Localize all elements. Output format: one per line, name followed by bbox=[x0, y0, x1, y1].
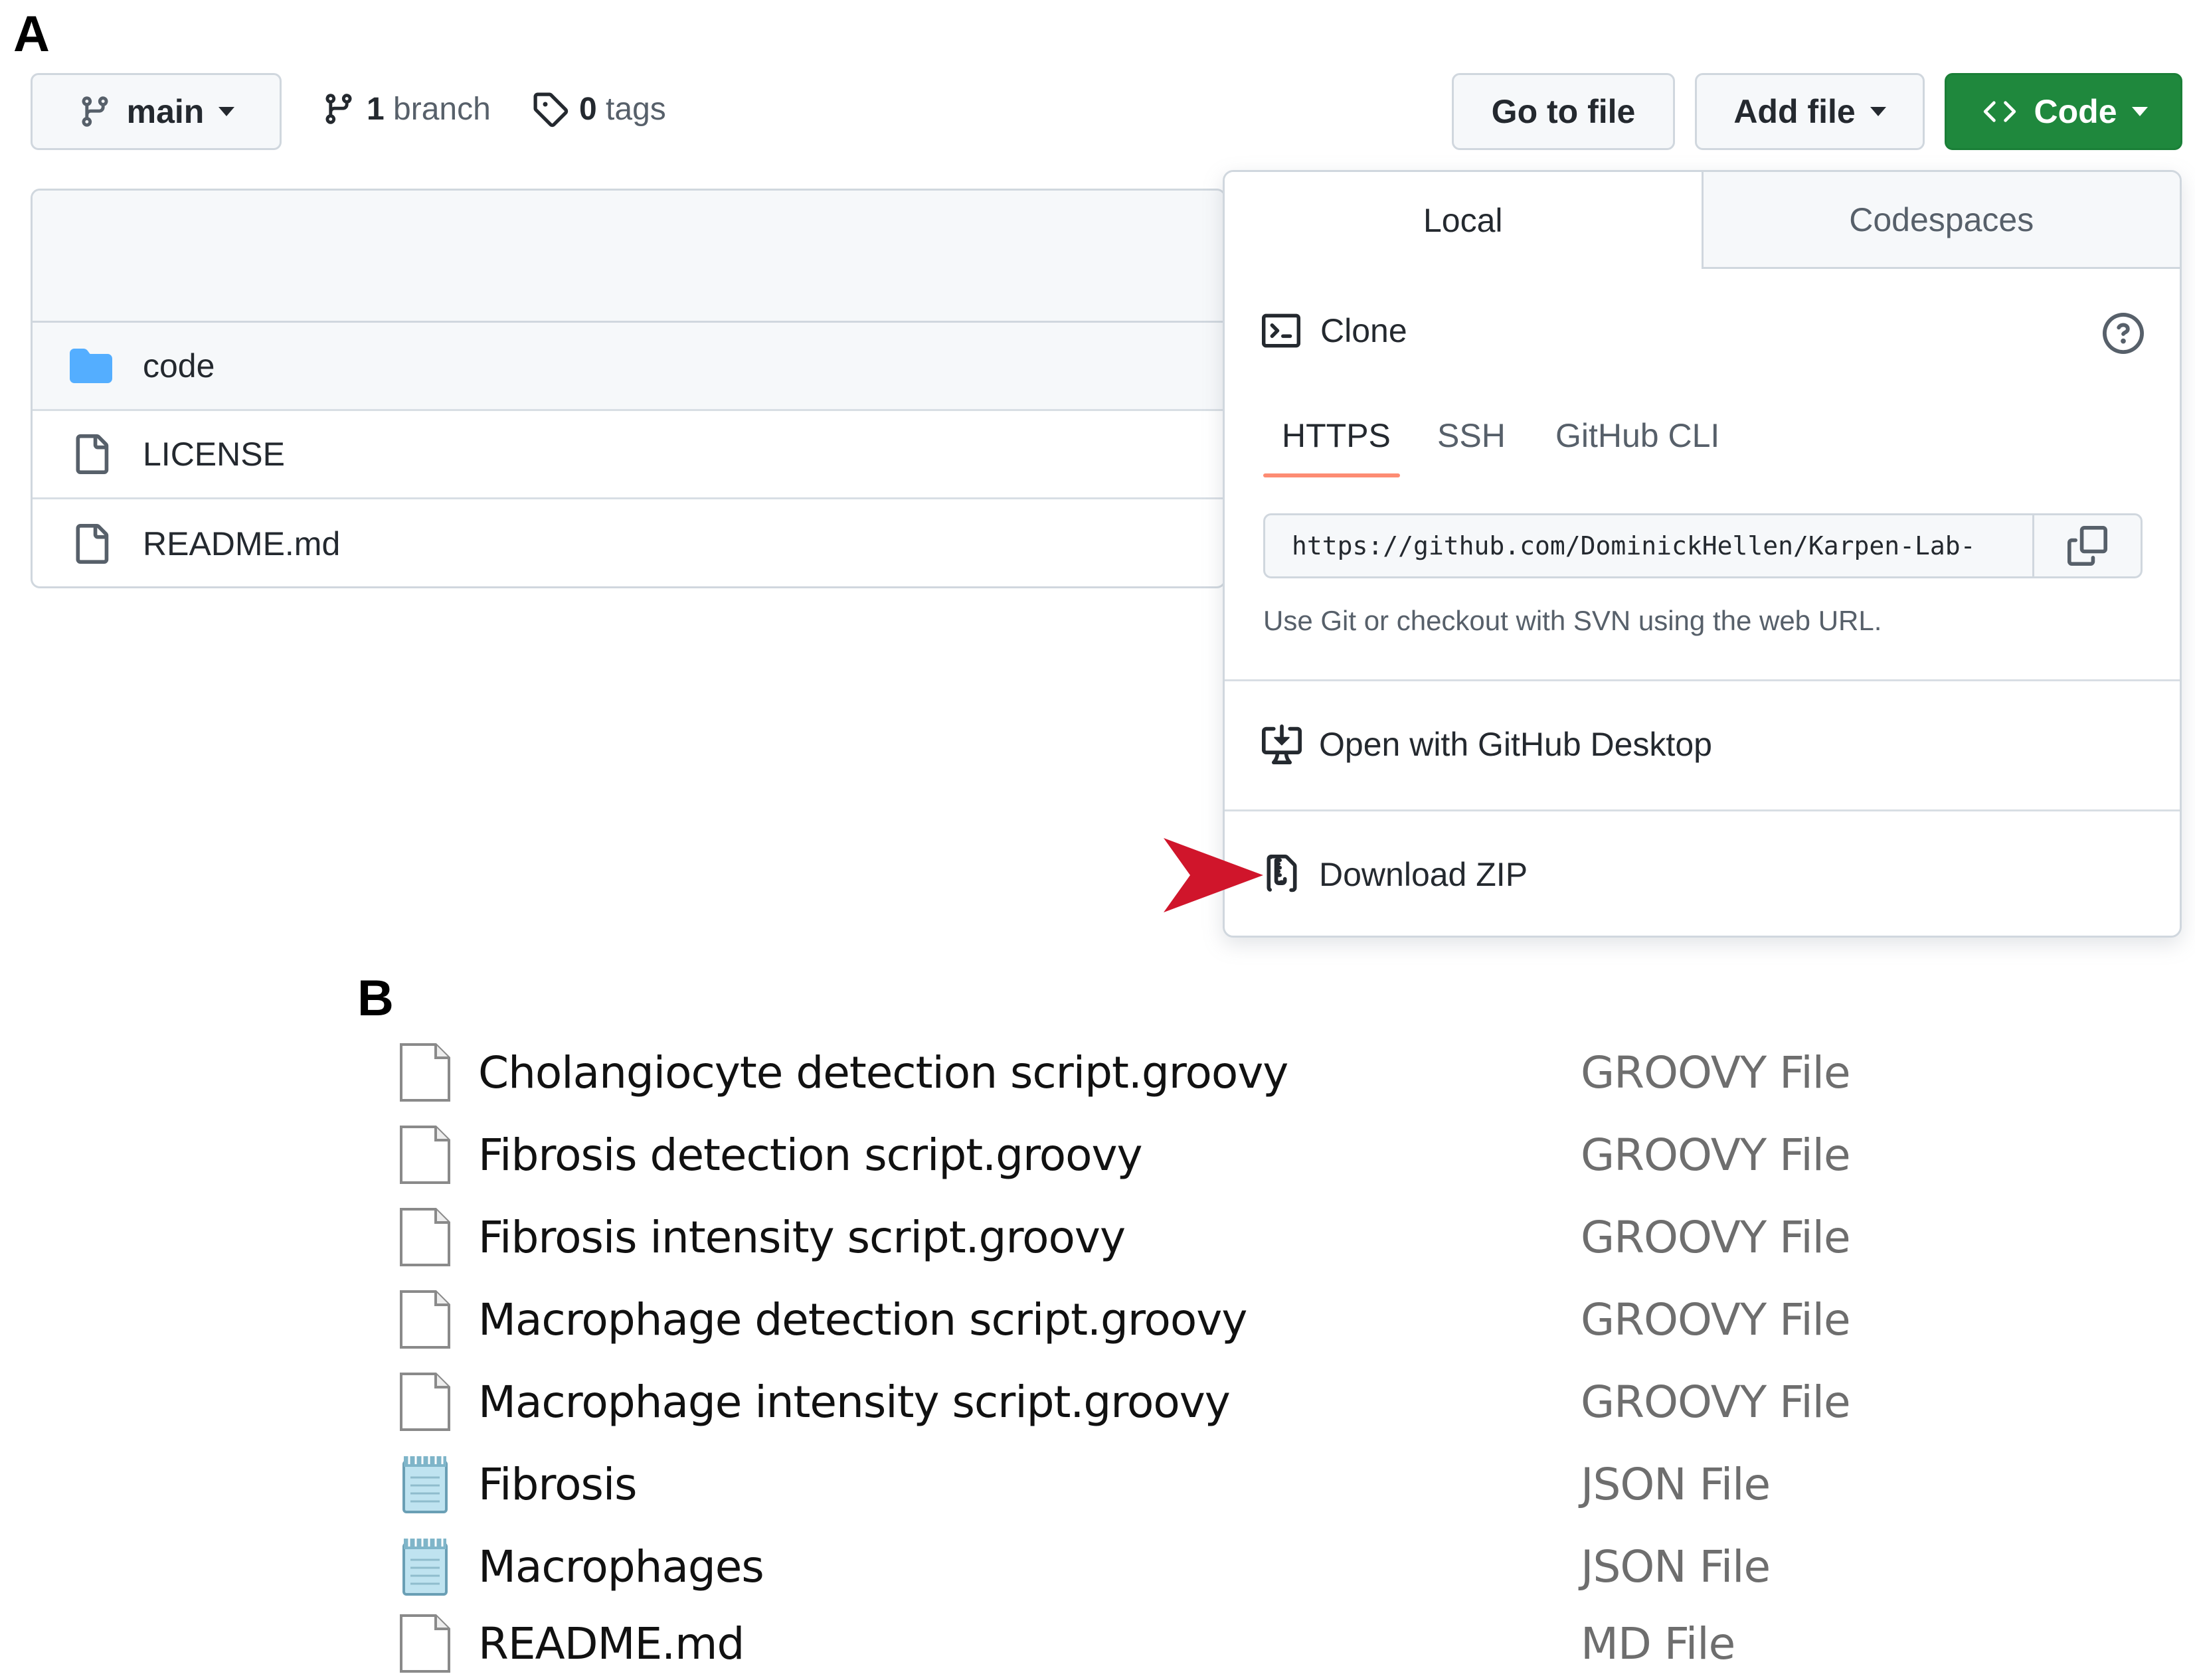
tag-icon bbox=[533, 92, 569, 127]
explorer-file-name: Macrophage detection script.groovy bbox=[478, 1294, 1247, 1345]
file-name: code bbox=[143, 347, 215, 384]
file-row[interactable]: code bbox=[33, 323, 1224, 411]
list-item[interactable]: README.md MD File bbox=[398, 1607, 1926, 1680]
explorer-file-type: GROOVY File bbox=[1581, 1129, 1851, 1181]
divider bbox=[1225, 809, 2180, 811]
explorer-file-name: Macrophage intensity script.groovy bbox=[478, 1376, 1231, 1428]
file-row[interactable]: README.md bbox=[33, 499, 1224, 586]
list-item[interactable]: Macrophage intensity script.groovy GROOV… bbox=[398, 1365, 1926, 1438]
explorer-file-name: Fibrosis bbox=[478, 1458, 638, 1510]
branch-selector-button[interactable]: main bbox=[31, 73, 282, 150]
download-zip-label: Download ZIP bbox=[1319, 856, 1528, 893]
file-icon bbox=[76, 434, 109, 474]
clone-hint: Use Git or checkout with SVN using the w… bbox=[1263, 605, 1882, 636]
git-branch-icon bbox=[325, 94, 352, 124]
panel-label-a: A bbox=[13, 6, 50, 62]
copy-url-button[interactable] bbox=[2032, 515, 2141, 576]
explorer-file-type: MD File bbox=[1581, 1618, 1735, 1669]
clone-url-text[interactable]: https://github.com/DominickHellen/Karpen… bbox=[1265, 515, 2032, 576]
explorer-file-name: README.md bbox=[478, 1618, 745, 1669]
latest-commit-header bbox=[33, 191, 1224, 323]
dropdown-tabs: Local Codespaces bbox=[1225, 172, 2180, 269]
file-name: README.md bbox=[143, 525, 341, 562]
divider bbox=[1225, 679, 2180, 681]
help-icon[interactable] bbox=[2103, 313, 2144, 354]
notepad-icon bbox=[402, 1456, 448, 1513]
tab-https[interactable]: HTTPS bbox=[1282, 416, 1391, 455]
explorer-file-name: Macrophages bbox=[478, 1541, 764, 1592]
chevron-down-icon bbox=[219, 107, 235, 116]
repo-file-list: code LICENSE README.md bbox=[31, 189, 1226, 588]
file-row[interactable]: LICENSE bbox=[33, 411, 1224, 499]
branch-selector-label: main bbox=[126, 93, 205, 130]
tags-link[interactable]: 0 tags bbox=[531, 90, 666, 127]
explorer-file-type: GROOVY File bbox=[1581, 1211, 1851, 1263]
tab-codespaces[interactable]: Codespaces bbox=[1703, 172, 2180, 269]
explorer-file-type: GROOVY File bbox=[1581, 1376, 1851, 1428]
blank-file-icon bbox=[400, 1208, 450, 1266]
code-button[interactable]: Code bbox=[1945, 73, 2182, 150]
clone-url-field[interactable]: https://github.com/DominickHellen/Karpen… bbox=[1263, 513, 2143, 578]
desktop-download-icon bbox=[1262, 724, 1302, 764]
explorer-file-name: Fibrosis intensity script.groovy bbox=[478, 1211, 1126, 1263]
explorer-file-type: JSON File bbox=[1581, 1458, 1771, 1510]
tags-label: tags bbox=[606, 91, 666, 127]
go-to-file-label: Go to file bbox=[1491, 93, 1636, 130]
list-item[interactable]: Fibrosis detection script.groovy GROOVY … bbox=[398, 1118, 1926, 1191]
open-github-desktop-label: Open with GitHub Desktop bbox=[1319, 726, 1712, 763]
branches-label: branch bbox=[393, 91, 491, 127]
tab-local[interactable]: Local bbox=[1225, 172, 1704, 269]
explorer-file-type: JSON File bbox=[1581, 1541, 1771, 1592]
folder-icon bbox=[70, 349, 112, 383]
clone-header: Clone bbox=[1262, 311, 1407, 350]
list-item[interactable]: Macrophages JSON File bbox=[398, 1530, 1926, 1603]
file-icon bbox=[76, 523, 109, 564]
chevron-down-icon bbox=[2131, 107, 2148, 116]
blank-file-icon bbox=[400, 1614, 450, 1673]
download-zip-item[interactable]: Download ZIP bbox=[1262, 855, 1528, 894]
add-file-label: Add file bbox=[1733, 93, 1856, 130]
blank-file-icon bbox=[400, 1290, 450, 1349]
blank-file-icon bbox=[400, 1373, 450, 1431]
explorer-file-type: GROOVY File bbox=[1581, 1294, 1851, 1345]
chevron-down-icon bbox=[1870, 107, 1886, 116]
panel-label-b: B bbox=[357, 970, 394, 1027]
branches-count: 1 bbox=[367, 91, 385, 127]
list-item[interactable]: Cholangiocyte detection script.groovy GR… bbox=[398, 1036, 1926, 1109]
explorer-file-name: Cholangiocyte detection script.groovy bbox=[478, 1047, 1288, 1098]
file-name: LICENSE bbox=[143, 436, 285, 473]
notepad-icon bbox=[402, 1539, 448, 1596]
clone-title: Clone bbox=[1320, 312, 1407, 349]
code-brackets-icon bbox=[1983, 101, 2016, 122]
blank-file-icon bbox=[400, 1043, 450, 1102]
blank-file-icon bbox=[400, 1126, 450, 1184]
code-dropdown-panel: Local Codespaces Clone HTTPS SSH GitHub … bbox=[1223, 170, 2182, 938]
red-pointer-arrow-icon bbox=[1164, 838, 1263, 912]
file-zip-icon bbox=[1267, 855, 1297, 892]
copy-icon bbox=[2067, 526, 2107, 566]
go-to-file-button[interactable]: Go to file bbox=[1452, 73, 1675, 150]
terminal-icon bbox=[1262, 313, 1300, 348]
active-tab-underline bbox=[1263, 473, 1400, 477]
git-branch-icon bbox=[82, 96, 108, 127]
explorer-file-name: Fibrosis detection script.groovy bbox=[478, 1129, 1143, 1181]
list-item[interactable]: Fibrosis JSON File bbox=[398, 1448, 1926, 1521]
tab-github-cli[interactable]: GitHub CLI bbox=[1555, 416, 1719, 455]
tags-count: 0 bbox=[579, 91, 597, 127]
code-button-label: Code bbox=[2034, 93, 2117, 130]
open-github-desktop-item[interactable]: Open with GitHub Desktop bbox=[1262, 724, 1712, 764]
branches-link[interactable]: 1 branch bbox=[321, 90, 491, 127]
list-item[interactable]: Fibrosis intensity script.groovy GROOVY … bbox=[398, 1201, 1926, 1274]
explorer-file-type: GROOVY File bbox=[1581, 1047, 1851, 1098]
tab-ssh[interactable]: SSH bbox=[1437, 416, 1506, 455]
add-file-button[interactable]: Add file bbox=[1695, 73, 1925, 150]
list-item[interactable]: Macrophage detection script.groovy GROOV… bbox=[398, 1283, 1926, 1356]
